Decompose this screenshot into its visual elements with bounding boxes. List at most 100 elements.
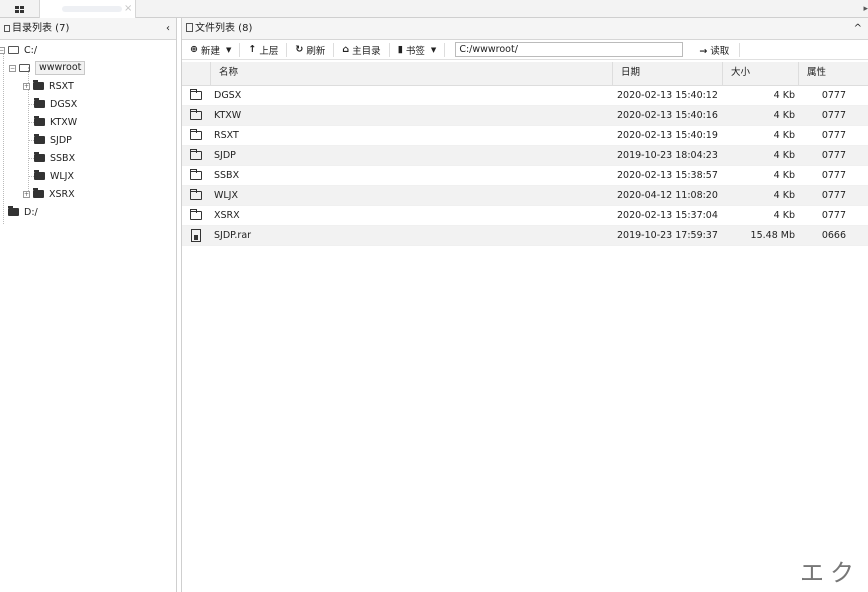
file-attr: 0777 [821, 190, 846, 201]
directory-panel-title: 目录列表 (7) [12, 23, 70, 34]
file-panel: 文件列表 (8) ^ ⊕新建▼ ↑上层 ↻刷新 ⌂主目录 ▮书签▼ →读取 名称… [181, 18, 868, 592]
tree-node-c[interactable]: − C:/ [0, 42, 37, 58]
tree-node-ktxw[interactable]: KTXW [34, 114, 77, 130]
tab-close-icon[interactable]: × [124, 3, 132, 14]
folder-icon [34, 116, 45, 126]
app-grid-tab[interactable] [0, 0, 40, 18]
path-input[interactable] [455, 42, 684, 57]
file-date: 2020-02-13 15:38:57 [617, 170, 718, 181]
file-panel-title: 文件列表 (8) [195, 23, 253, 34]
file-row[interactable]: XSRX 2020-02-13 15:37:04 4 Kb 0777 [182, 206, 868, 226]
tree-label-wwwroot: wwwroot [35, 61, 86, 75]
tree-node-xsrx[interactable]: + XSRX [23, 186, 75, 202]
file-size: 4 Kb [773, 90, 795, 101]
file-row[interactable]: WLJX 2020-04-12 11:08:20 4 Kb 0777 [182, 186, 868, 206]
refresh-icon: ↻ [295, 44, 304, 55]
folder-icon [190, 89, 202, 100]
folder-open-icon [19, 64, 30, 72]
file-name: KTXW [214, 110, 242, 121]
new-button[interactable]: ⊕ 新建 ▼ [188, 42, 241, 57]
home-button[interactable]: ⌂ 主目录 [334, 42, 390, 57]
session-tab[interactable]: × [40, 0, 136, 18]
dropdown-arrow-icon: ▼ [430, 45, 437, 54]
tree-label-c: C:/ [24, 44, 38, 56]
file-name: DGSX [214, 90, 242, 101]
plus-circle-icon: ⊕ [190, 44, 198, 55]
file-attr: 0777 [821, 210, 846, 221]
window-icon [4, 25, 10, 32]
up-button[interactable]: ↑ 上层 [240, 42, 288, 57]
folder-icon [34, 98, 45, 108]
file-row[interactable]: SJDP.rar 2019-10-23 17:59:37 15.48 Mb 0666 [182, 226, 868, 246]
tree-node-ssbx[interactable]: SSBX [34, 150, 75, 166]
tree-node-d[interactable]: D:/ [8, 204, 38, 220]
tree-node-dgsx[interactable]: DGSX [34, 96, 77, 112]
file-row[interactable]: DGSX 2020-02-13 15:40:12 4 Kb 0777 [182, 86, 868, 106]
file-attr: 0777 [821, 130, 846, 141]
tree-node-wljx[interactable]: WLJX [34, 168, 74, 184]
column-size[interactable]: 大小 [722, 62, 798, 85]
directory-panel-header: 目录列表 (7) ‹ [0, 18, 176, 40]
file-attr: 0777 [821, 90, 846, 101]
folder-icon [34, 170, 45, 180]
expand-rsxt-icon[interactable]: + [23, 82, 30, 90]
file-name: RSXT [214, 130, 239, 141]
arrow-right-icon: → [699, 45, 708, 57]
bookmark-button[interactable]: ▮ 书签 ▼ [390, 42, 446, 57]
file-date: 2020-02-13 15:40:16 [617, 110, 718, 121]
file-row[interactable]: RSXT 2020-02-13 15:40:19 4 Kb 0777 [182, 126, 868, 146]
tab-scroll-right-icon[interactable]: ▸ [863, 4, 868, 14]
tree-node-rsxt[interactable]: + RSXT [23, 78, 74, 94]
folder-open-icon [8, 46, 19, 54]
collapse-right-icon[interactable]: ^ [854, 18, 862, 40]
watermark: エク [800, 559, 860, 587]
refresh-button[interactable]: ↻ 刷新 [287, 42, 335, 57]
dropdown-arrow-icon: ▼ [225, 45, 232, 54]
tree-label: XSRX [49, 188, 75, 200]
collapse-wwwroot-icon[interactable]: − [9, 64, 16, 72]
folder-icon [190, 109, 202, 120]
grid-icon [15, 5, 24, 13]
file-date: 2020-02-13 15:40:12 [617, 90, 718, 101]
file-list-icon [186, 23, 193, 32]
folder-icon [190, 189, 202, 200]
file-date: 2020-02-13 15:40:19 [617, 130, 718, 141]
tree-label: RSXT [49, 80, 74, 92]
archive-icon [191, 229, 201, 242]
file-toolbar: ⊕新建▼ ↑上层 ↻刷新 ⌂主目录 ▮书签▼ →读取 [182, 40, 868, 60]
file-row[interactable]: SSBX 2020-02-13 15:38:57 4 Kb 0777 [182, 166, 868, 186]
file-row[interactable]: KTXW 2020-02-13 15:40:16 4 Kb 0777 [182, 106, 868, 126]
folder-icon [190, 209, 202, 220]
file-attr: 0777 [821, 110, 846, 121]
collapse-c-icon[interactable]: − [0, 46, 5, 54]
file-name: XSRX [214, 210, 240, 221]
file-attr: 0666 [821, 230, 846, 241]
file-name: WLJX [214, 190, 238, 201]
file-size: 4 Kb [773, 110, 795, 121]
file-name: SJDP.rar [214, 230, 252, 241]
file-size: 4 Kb [773, 130, 795, 141]
tree-node-sjdp[interactable]: SJDP [34, 132, 72, 148]
folder-icon [34, 134, 45, 144]
tab-bar: × ▸ [0, 0, 868, 18]
tree-node-wwwroot[interactable]: − wwwroot [9, 60, 86, 76]
column-attr[interactable]: 属性 [798, 62, 868, 85]
file-date: 2019-10-23 17:59:37 [617, 230, 718, 241]
file-size: 4 Kb [773, 190, 795, 201]
column-date[interactable]: 日期 [612, 62, 722, 85]
tab-title-redacted [62, 6, 122, 12]
collapse-left-icon[interactable]: ‹ [166, 18, 170, 40]
expand-xsrx-icon[interactable]: + [23, 190, 30, 198]
bookmark-icon: ▮ [397, 44, 403, 55]
folder-icon [33, 188, 44, 198]
directory-panel: 目录列表 (7) ‹ − C:/ − wwwroot + RSXT DGSX K… [0, 18, 177, 592]
column-name[interactable]: 名称 [210, 62, 612, 85]
file-date: 2019-10-23 18:04:23 [617, 150, 718, 161]
file-row[interactable]: SJDP 2019-10-23 18:04:23 4 Kb 0777 [182, 146, 868, 166]
file-size: 4 Kb [773, 170, 795, 181]
file-name: SSBX [214, 170, 240, 181]
folder-icon [33, 80, 44, 90]
file-size: 4 Kb [773, 150, 795, 161]
file-attr: 0777 [821, 170, 846, 181]
read-button[interactable]: → 读取 [689, 42, 741, 57]
